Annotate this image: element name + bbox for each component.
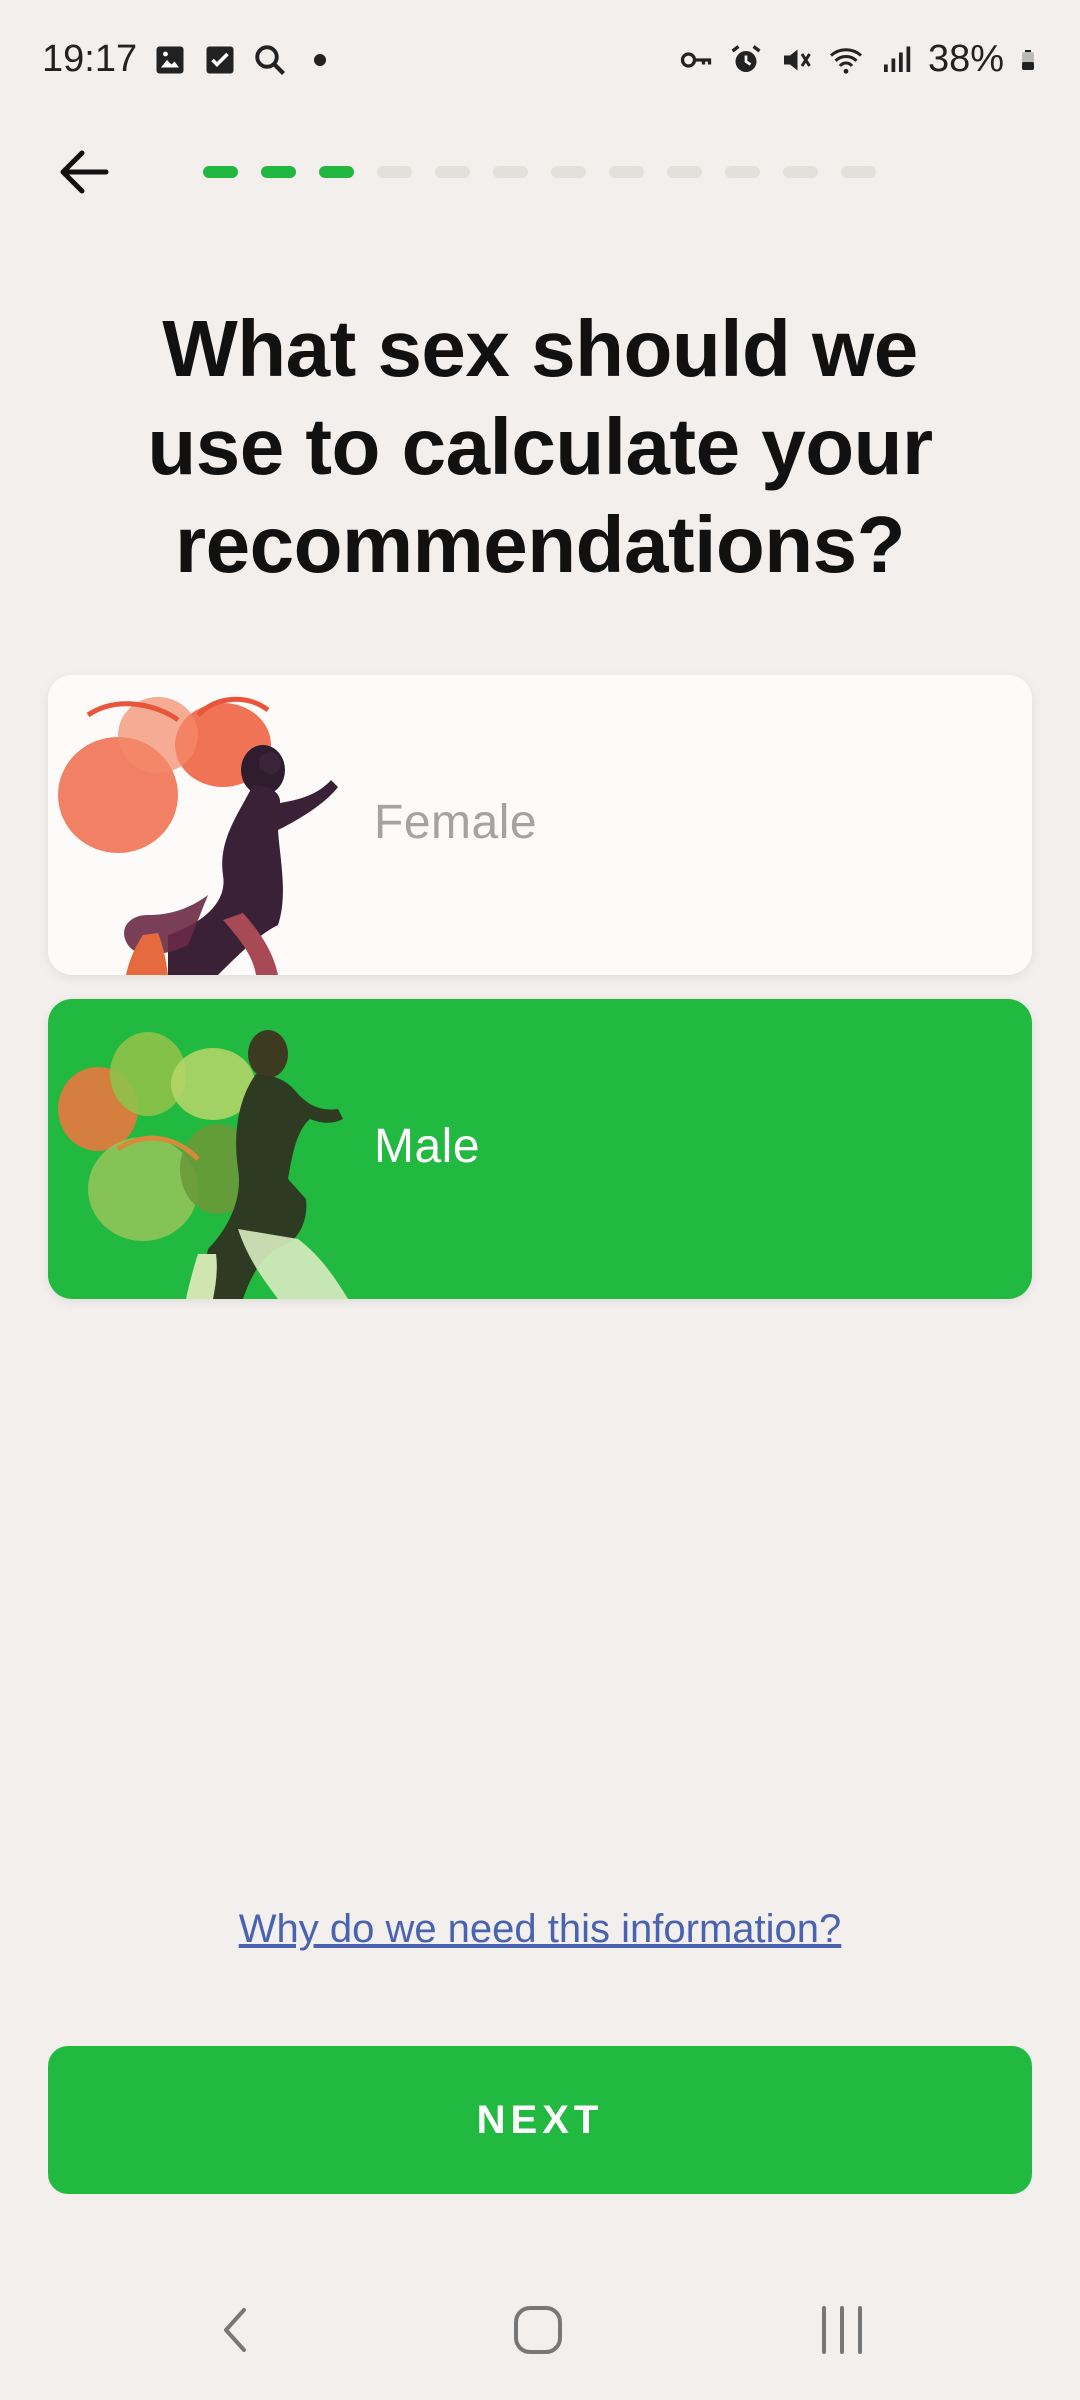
progress-segment xyxy=(319,166,354,178)
home-nav-icon xyxy=(514,2306,562,2354)
checkbox-icon xyxy=(206,46,234,74)
option-female[interactable]: Female xyxy=(48,675,1032,975)
back-nav-icon xyxy=(224,2308,246,2352)
status-time: 19:17 xyxy=(42,38,138,80)
status-bar: 19:17 38% xyxy=(0,0,1080,120)
dot-icon xyxy=(314,54,326,66)
progress-segment xyxy=(725,166,760,178)
home-nav-button[interactable] xyxy=(498,2280,578,2380)
page-title: What sex should we use to calculate your… xyxy=(147,304,933,589)
system-nav-bar xyxy=(0,2280,1080,2380)
recents-nav-button[interactable] xyxy=(802,2280,882,2380)
female-runner-illustration xyxy=(58,696,338,975)
progress-segment xyxy=(667,166,702,178)
gallery-icon xyxy=(156,46,184,74)
progress-segment xyxy=(261,166,296,178)
info-link[interactable]: Why do we need this information? xyxy=(0,1907,1080,1952)
progress-segment xyxy=(203,166,238,178)
progress-segment xyxy=(493,166,528,178)
alarm-icon xyxy=(731,44,761,72)
progress-segment xyxy=(783,166,818,178)
recents-nav-icon xyxy=(822,2306,862,2354)
progress-segment xyxy=(841,166,876,178)
progress-segment xyxy=(377,166,412,178)
signal-icon xyxy=(883,46,911,72)
progress-segment xyxy=(551,166,586,178)
next-button[interactable]: NEXT xyxy=(48,2046,1032,2194)
progress-segment xyxy=(609,166,644,178)
mute-icon xyxy=(783,49,811,70)
option-male[interactable]: Male xyxy=(48,999,1032,1299)
battery-percent: 38% xyxy=(927,38,1004,80)
option-male-label: Male xyxy=(374,1120,481,1173)
progress-segment xyxy=(435,166,470,178)
battery-icon xyxy=(1022,49,1034,70)
back-nav-button[interactable] xyxy=(196,2280,276,2380)
vpn-key-icon xyxy=(680,51,712,68)
arrow-left-icon xyxy=(60,150,109,194)
wifi-icon xyxy=(829,47,862,74)
male-runner-illustration xyxy=(58,1030,348,1299)
option-female-label: Female xyxy=(374,796,538,849)
search-icon xyxy=(255,45,285,75)
progress-indicator xyxy=(203,166,876,178)
back-button[interactable] xyxy=(52,140,116,204)
